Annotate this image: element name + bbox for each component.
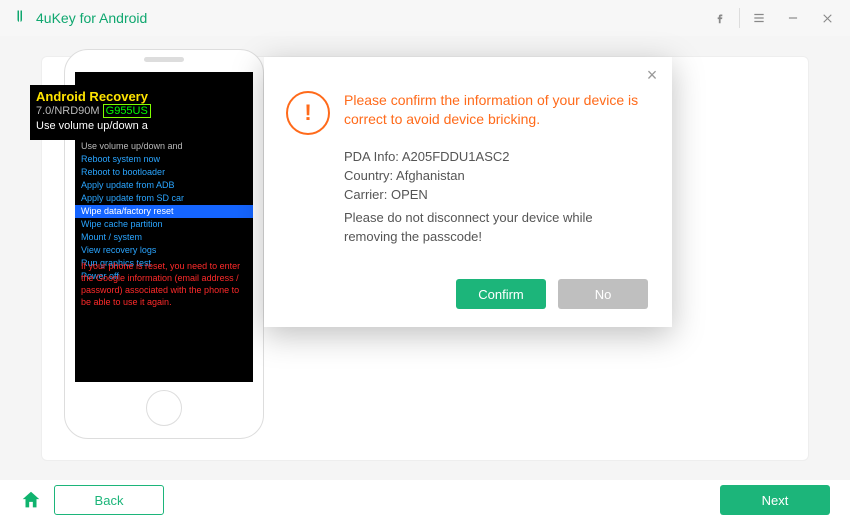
recovery-menu-item: Apply update from SD car [75, 192, 253, 205]
main-card: Android Recovery 7.0/NRD90M G955US Use v… [41, 56, 809, 461]
country-label: Country: [344, 168, 393, 183]
dialog-notice: Please do not disconnect your device whi… [344, 208, 642, 246]
close-icon[interactable] [810, 1, 844, 35]
home-icon[interactable] [20, 489, 42, 511]
carrier-value: OPEN [391, 187, 428, 202]
recovery-menu-item: Wipe cache partition [75, 218, 253, 231]
confirm-button[interactable]: Confirm [456, 279, 546, 309]
recovery-menu-item: Apply update from ADB [75, 179, 253, 192]
recovery-menu-item: Wipe data/factory reset [75, 205, 253, 218]
dialog-close-icon[interactable]: × [640, 63, 664, 87]
phone-speaker [144, 57, 184, 62]
next-button[interactable]: Next [720, 485, 830, 515]
title-bar: 4uKey for Android [0, 0, 850, 36]
recovery-menu-item: View recovery logs [75, 244, 253, 257]
device-mockup: Android Recovery 7.0/NRD90M G955US Use v… [64, 49, 264, 439]
facebook-icon[interactable] [703, 1, 737, 35]
app-logo-icon [10, 9, 28, 27]
app-title: 4uKey for Android [36, 10, 147, 26]
recovery-version-box: G955US [103, 104, 151, 118]
back-button[interactable]: Back [54, 485, 164, 515]
pda-value: A205FDDU1ASC2 [402, 149, 510, 164]
country-value: Afghanistan [396, 168, 465, 183]
pda-label: PDA Info: [344, 149, 399, 164]
confirm-dialog: × ! Please confirm the information of yo… [264, 57, 672, 327]
recovery-menu-item: Reboot system now [75, 153, 253, 166]
no-button[interactable]: No [558, 279, 648, 309]
recovery-version-prefix: 7.0/NRD90M [36, 105, 100, 117]
content-area: Android Recovery 7.0/NRD90M G955US Use v… [0, 36, 850, 480]
phone-home-button [146, 390, 182, 426]
recovery-header: Android Recovery 7.0/NRD90M G955US Use v… [30, 85, 157, 140]
carrier-label: Carrier: [344, 187, 387, 202]
minimize-icon[interactable] [776, 1, 810, 35]
recovery-menu-item: Reboot to bootloader [75, 166, 253, 179]
recovery-menu-item: Use volume up/down and [75, 140, 253, 153]
titlebar-divider [739, 8, 740, 28]
phone-screen: Android Recovery 7.0/NRD90M G955US Use v… [75, 72, 253, 382]
recovery-title: Android Recovery [36, 89, 151, 104]
dialog-warning-text: Please confirm the information of your d… [344, 91, 642, 129]
recovery-hint: Use volume up/down a [36, 119, 151, 134]
warning-icon: ! [286, 91, 330, 246]
recovery-note: If your phone is reset, you need to ente… [81, 260, 247, 308]
footer-bar: Back Next [0, 480, 850, 520]
menu-icon[interactable] [742, 1, 776, 35]
dialog-info-block: PDA Info: A205FDDU1ASC2 Country: Afghani… [344, 147, 642, 246]
recovery-menu-item: Mount / system [75, 231, 253, 244]
